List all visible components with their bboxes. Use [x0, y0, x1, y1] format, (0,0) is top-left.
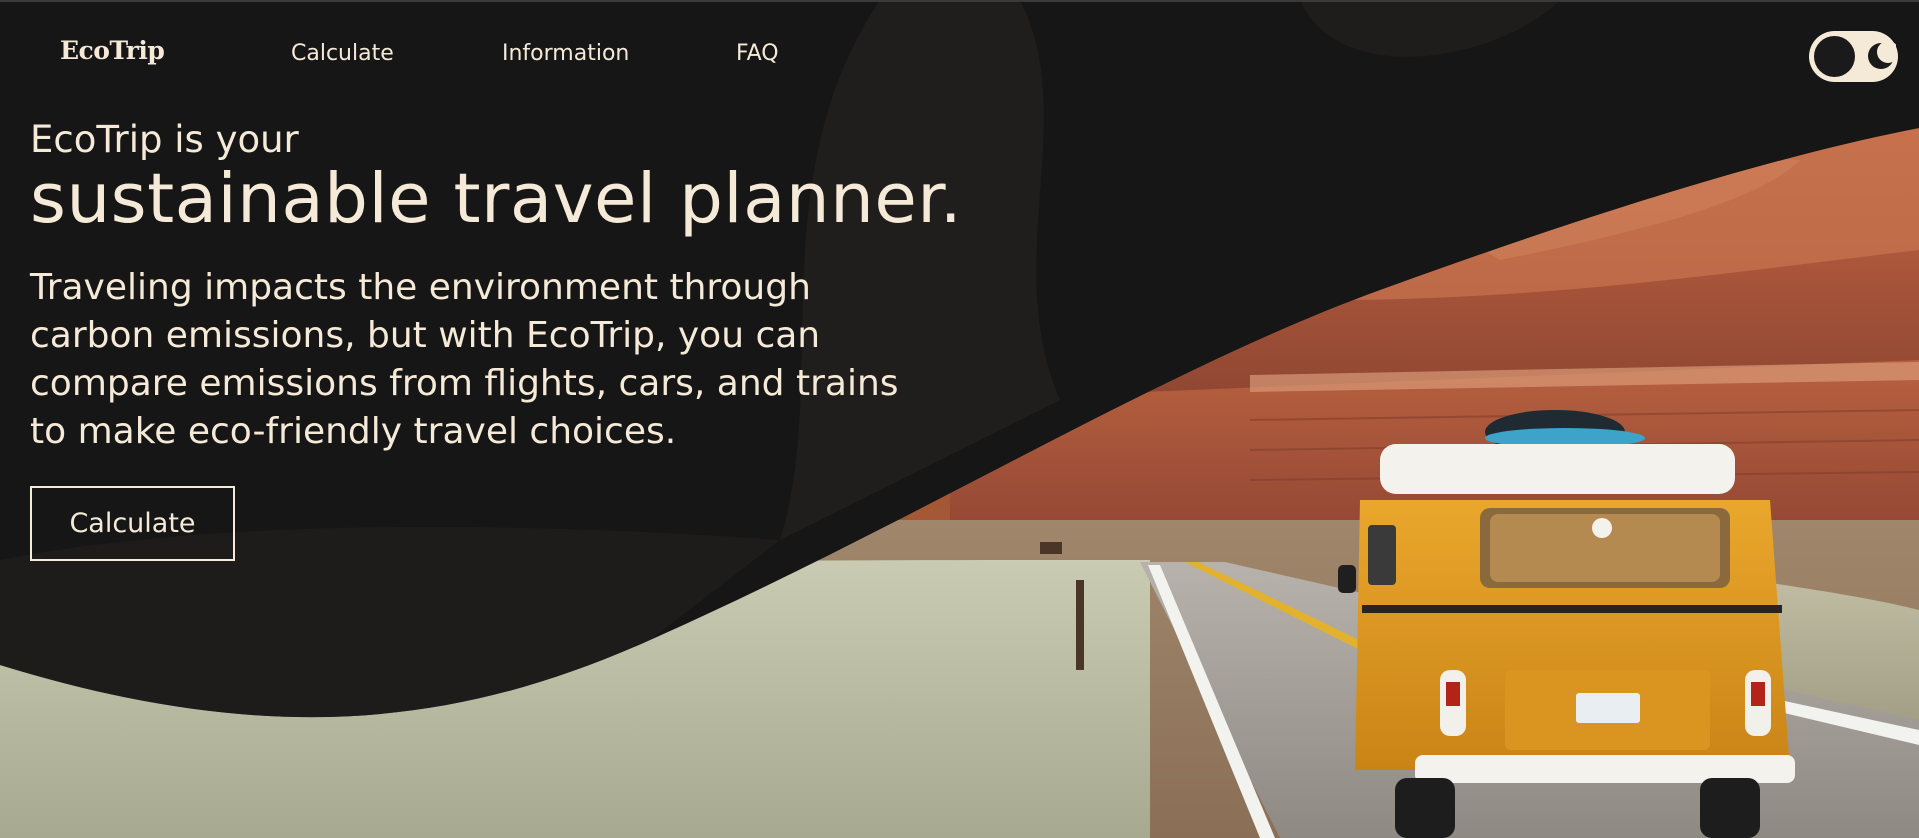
calculate-button[interactable]: Calculate: [30, 486, 235, 561]
hero-description: Traveling impacts the environment throug…: [30, 267, 899, 452]
nav-link-calculate[interactable]: Calculate: [291, 41, 394, 66]
hero-kicker: EcoTrip is your: [30, 118, 299, 161]
theme-toggle[interactable]: [1809, 31, 1898, 82]
toggle-knob: [1814, 36, 1855, 77]
hero-section: EcoTrip is your sustainable travel plann…: [30, 118, 1030, 456]
moon-icon: [1868, 41, 1896, 69]
nav-link-information[interactable]: Information: [502, 41, 629, 66]
nav-link-faq[interactable]: FAQ: [736, 41, 779, 66]
hero-headline: sustainable travel planner.: [30, 159, 963, 239]
top-navigation: EcoTrip Calculate Information FAQ: [0, 0, 1919, 110]
brand-logo[interactable]: EcoTrip: [60, 36, 165, 65]
